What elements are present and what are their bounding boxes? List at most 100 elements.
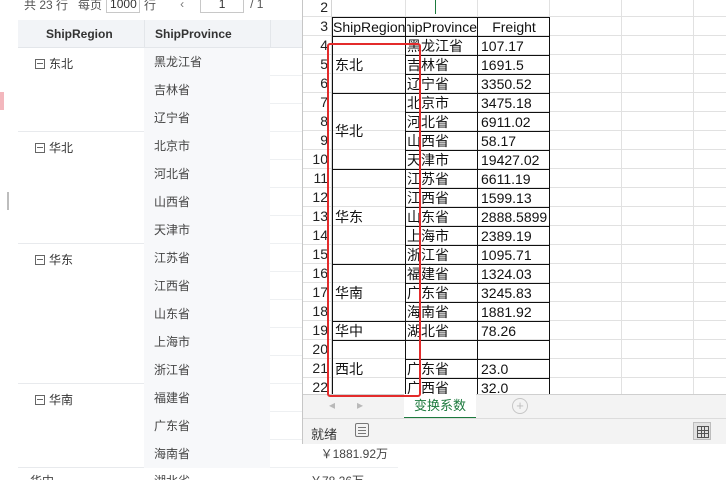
row-header[interactable]: 2 <box>303 0 331 17</box>
resize-handle[interactable] <box>7 192 9 210</box>
table-border <box>332 17 405 18</box>
province-cell: 天津市 <box>144 216 270 244</box>
per-page-input[interactable]: 1000 <box>106 0 141 13</box>
highlight-annotation <box>327 43 421 397</box>
header-cell-freight[interactable]: Freight <box>479 18 549 36</box>
collapse-icon[interactable] <box>35 59 45 69</box>
freight-cell[interactable]: 2389.19 <box>481 227 549 245</box>
freight-cell[interactable]: 107.17 <box>481 37 549 55</box>
region-label: 华南 <box>49 393 74 407</box>
screen: 共 23 行 每页 1000 行 ‹ 1 / 1 ShipRegion Ship… <box>0 0 726 480</box>
normal-view-icon[interactable] <box>693 422 711 440</box>
report-panel: 共 23 行 每页 1000 行 ‹ 1 / 1 ShipRegion Ship… <box>0 0 398 480</box>
sheet-tab-bar: ◂ ▸ 变换系数 + ⋮ <box>303 394 726 419</box>
total-pages-text: / 1 <box>250 0 264 11</box>
freight-cell[interactable]: 32.0 <box>481 379 549 394</box>
province-cell: 北京市 <box>144 132 270 160</box>
freight-cell[interactable]: 1881.92 <box>481 303 549 321</box>
current-page-input[interactable]: 1 <box>200 0 245 13</box>
table-border <box>405 74 550 75</box>
table-border <box>405 169 550 170</box>
total-rows-text: 共 23 行 <box>24 0 69 12</box>
region-cell[interactable]: 华北 <box>18 132 144 243</box>
freight-cell[interactable]: 78.26 <box>481 322 549 340</box>
table-border <box>332 36 405 37</box>
freight-cell[interactable]: 1324.03 <box>481 265 549 283</box>
region-label: 华东 <box>49 253 74 267</box>
freight-cell[interactable]: 1691.5 <box>481 56 549 74</box>
region-cell[interactable]: 华南 <box>18 384 144 467</box>
table-border <box>405 359 550 360</box>
table-border <box>405 245 550 246</box>
province-cell: 河北省 <box>144 160 270 188</box>
freight-cell[interactable]: 3475.18 <box>481 94 549 112</box>
per-page-label: 每页 <box>78 0 103 12</box>
province-cell: 海南省 <box>144 440 270 468</box>
table-border <box>405 150 550 151</box>
table-border <box>405 302 550 303</box>
sheet-tab-active[interactable]: 变换系数 <box>404 394 476 419</box>
region-cell: 华中 <box>30 472 54 480</box>
province-cell: 湖北省 <box>144 472 190 480</box>
province-cell: 江苏省 <box>144 244 270 272</box>
collapse-icon[interactable] <box>35 255 45 265</box>
region-label: 东北 <box>49 57 74 71</box>
column-header-shipprovince[interactable]: ShipProvince <box>144 20 270 47</box>
table-border <box>405 378 550 379</box>
region-cell[interactable]: 东北 <box>18 48 144 131</box>
more-options-icon[interactable]: ⋮ <box>721 397 726 411</box>
table-border <box>405 188 550 189</box>
per-page-unit: 行 <box>144 0 157 12</box>
region-cell[interactable]: 华东 <box>18 244 144 383</box>
status-bar: 就绪 <box>303 418 726 444</box>
pagination-bar: 共 23 行 每页 1000 行 ‹ 1 / 1 <box>0 0 310 14</box>
plus-icon[interactable]: + <box>512 398 528 414</box>
selection-marker <box>0 92 4 110</box>
freight-cell[interactable]: 1095.71 <box>481 246 549 264</box>
accessibility-icon[interactable] <box>355 423 369 437</box>
column-gridline <box>621 0 622 394</box>
collapse-icon[interactable] <box>35 395 45 405</box>
table-border <box>405 340 550 341</box>
freight-cell[interactable]: 58.17 <box>481 132 549 150</box>
freight-cell: ￥1881.92万 <box>320 447 388 461</box>
province-cell: 广东省 <box>144 412 270 440</box>
province-cell: 吉林省 <box>144 76 270 104</box>
table-border <box>405 264 550 265</box>
table-border <box>405 36 550 37</box>
scroll-tabs-left-icon[interactable]: ◂ <box>329 398 335 412</box>
table-border <box>405 283 550 284</box>
header-cell-shipregion[interactable]: ShipRegion <box>333 18 405 36</box>
table-border <box>405 55 550 56</box>
freight-cell[interactable]: 3350.52 <box>481 75 549 93</box>
header-cell-shipprovince[interactable]: ShipProvince <box>407 18 477 36</box>
province-cell: 山西省 <box>144 188 270 216</box>
freight-cell[interactable]: 23.0 <box>481 360 549 378</box>
table-border <box>405 207 550 208</box>
freight-cell[interactable]: 2888.5899 <box>481 208 549 226</box>
column-header-shipregion[interactable]: ShipRegion <box>18 20 144 47</box>
province-cell: 辽宁省 <box>144 104 270 132</box>
scroll-tabs-right-icon[interactable]: ▸ <box>357 398 363 412</box>
freight-cell[interactable]: 6911.02 <box>481 113 549 131</box>
row-header[interactable]: 3 <box>303 17 331 36</box>
table-border <box>405 226 550 227</box>
table-border <box>405 131 550 132</box>
table-border <box>405 17 550 18</box>
freight-cell[interactable]: 1599.13 <box>481 189 549 207</box>
freight-cell: ￥78.26万 <box>310 472 364 480</box>
freight-cell[interactable]: 6611.19 <box>481 170 549 188</box>
table-border <box>405 321 550 322</box>
province-cell: 黑龙江省 <box>144 48 270 76</box>
collapse-icon[interactable] <box>35 143 45 153</box>
table-row: 华中 湖北省 ￥78.26万 <box>18 468 398 480</box>
province-cell: 江西省 <box>144 272 270 300</box>
freight-cell[interactable]: 19427.02 <box>481 151 549 169</box>
region-label: 华北 <box>49 141 74 155</box>
province-cell: 福建省 <box>144 384 270 412</box>
freight-cell[interactable]: 3245.83 <box>481 284 549 302</box>
prev-page-button[interactable]: ‹ <box>180 0 184 11</box>
table-border <box>405 93 550 94</box>
column-gridline <box>693 0 694 394</box>
province-cell: 上海市 <box>144 328 270 356</box>
